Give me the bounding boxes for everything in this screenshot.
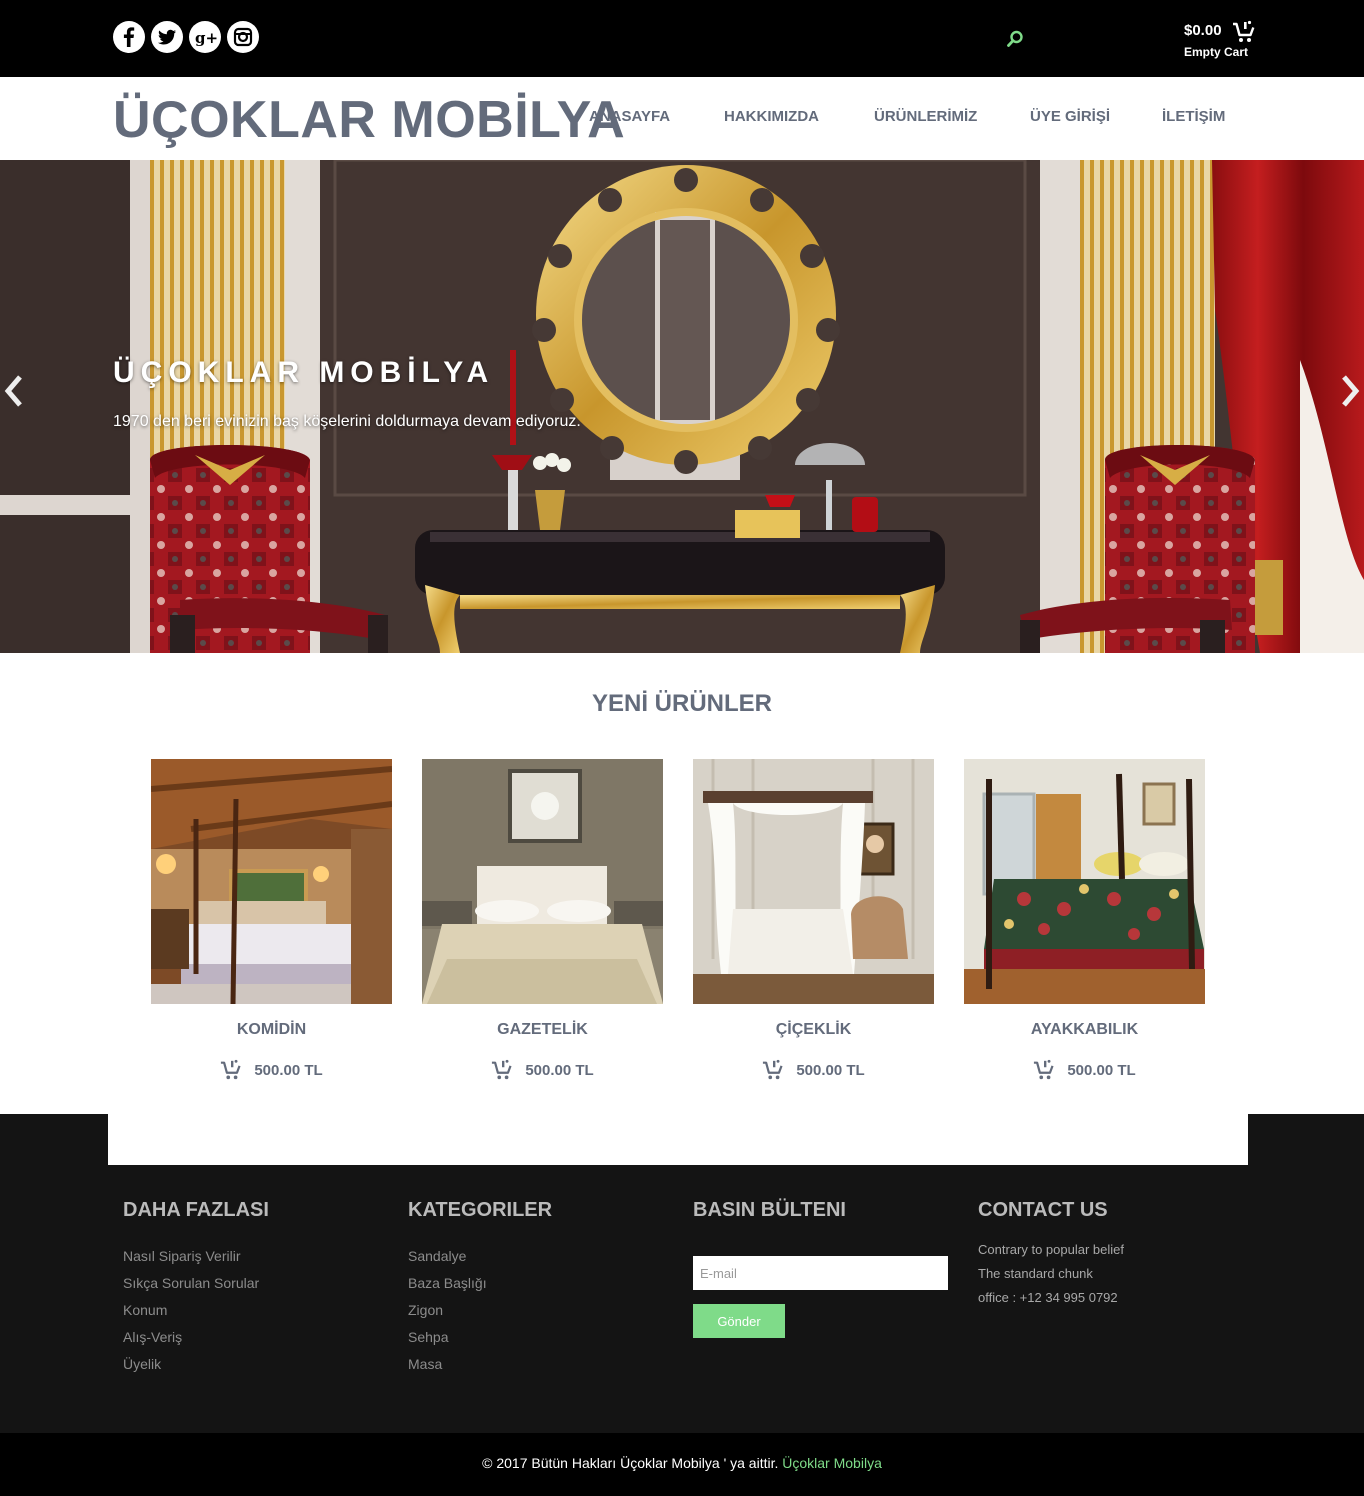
footer-link[interactable]: Konum (123, 1302, 269, 1329)
footer-link[interactable]: Alış-Veriş (123, 1329, 269, 1356)
hero-title: ÜÇOKLAR MOBİLYA (113, 356, 495, 389)
product-card: ÇİÇEKLİK 500.00 TL (693, 759, 934, 1089)
newsletter-email-input[interactable] (693, 1256, 948, 1290)
category-link[interactable]: Sehpa (408, 1329, 552, 1356)
footer-newsletter-column: BASIN BÜLTENI (693, 1199, 846, 1222)
search-icon[interactable] (1003, 27, 1027, 51)
add-to-cart-icon[interactable] (491, 1059, 513, 1081)
product-image[interactable] (151, 759, 392, 1004)
newsletter-submit-button[interactable]: Gönder (693, 1304, 785, 1338)
product-price: 500.00 TL (796, 1061, 865, 1079)
product-price: 500.00 TL (1067, 1061, 1136, 1079)
product-price: 500.00 TL (525, 1061, 594, 1079)
main-nav: ANASAYFA HAKKIMIZDA ÜRÜNLERİMİZ ÜYE GİRİ… (0, 108, 1364, 128)
category-link[interactable]: Masa (408, 1356, 552, 1383)
add-to-cart-icon[interactable] (1033, 1059, 1055, 1081)
cart-status: Empty Cart (1184, 45, 1249, 59)
cart-amount: $0.00 (1184, 22, 1222, 39)
footer-categories-column: KATEGORILER Sandalye Baza Başlığı Zigon … (408, 1199, 552, 1383)
mini-cart[interactable]: $0.00 Empty Cart (1184, 20, 1264, 62)
product-name[interactable]: KOMİDİN (151, 1021, 392, 1039)
cart-icon (1233, 20, 1255, 42)
twitter-icon[interactable] (151, 21, 183, 53)
hero-subtitle: 1970 den beri evinizin baş köşelerini do… (113, 413, 581, 430)
slider-next-arrow-icon[interactable] (1338, 373, 1364, 409)
product-price: 500.00 TL (254, 1061, 323, 1079)
product-name[interactable]: GAZETELİK (422, 1021, 663, 1039)
contact-line: Contrary to popular belief (978, 1242, 1124, 1257)
product-price-row: 500.00 TL (151, 1059, 392, 1081)
hero-image (0, 160, 1364, 653)
footer-contact-title: CONTACT US (978, 1199, 1108, 1221)
contact-phone: office : +12 34 995 0792 (978, 1290, 1118, 1305)
new-products-title: YENİ ÜRÜNLER (591, 690, 772, 717)
contact-line: The standard chunk (978, 1266, 1093, 1281)
footer-link[interactable]: Nasıl Sipariş Verilir (123, 1248, 269, 1275)
footer-more-title: DAHA FAZLASI (123, 1199, 269, 1221)
product-price-row: 500.00 TL (693, 1059, 934, 1081)
product-price-row: 500.00 TL (422, 1059, 663, 1081)
category-link[interactable]: Zigon (408, 1302, 552, 1329)
footer-divider-band (108, 1114, 1248, 1165)
slider-prev-arrow-icon[interactable] (0, 373, 26, 409)
footer-more-column: DAHA FAZLASI Nasıl Sipariş Verilir Sıkça… (123, 1199, 269, 1383)
nav-contact[interactable]: İLETİŞİM (1162, 108, 1225, 125)
nav-login[interactable]: ÜYE GİRİŞİ (1030, 108, 1110, 125)
nav-home[interactable]: ANASAYFA (589, 108, 670, 125)
product-price-row: 500.00 TL (964, 1059, 1205, 1081)
footer-contact-column: CONTACT US (978, 1199, 1108, 1222)
nav-about[interactable]: HAKKIMIZDA (724, 108, 819, 125)
category-link[interactable]: Sandalye (408, 1248, 552, 1275)
category-link[interactable]: Baza Başlığı (408, 1275, 552, 1302)
copyright-text: © 2017 Bütün Hakları Üçoklar Mobilya ' y… (482, 1455, 779, 1471)
product-card: GAZETELİK 500.00 TL (422, 759, 663, 1089)
product-name[interactable]: ÇİÇEKLİK (693, 1021, 934, 1039)
svg-text:g+: g+ (195, 29, 218, 47)
add-to-cart-icon[interactable] (762, 1059, 784, 1081)
footer-newsletter-title: BASIN BÜLTENI (693, 1199, 846, 1221)
copyright-link[interactable]: Üçoklar Mobilya (782, 1455, 882, 1471)
product-image[interactable] (693, 759, 934, 1004)
top-bar: g+ $0.00 Empty Cart (0, 0, 1364, 77)
social-links: g+ (113, 21, 259, 53)
facebook-icon[interactable] (113, 21, 145, 53)
site-footer: DAHA FAZLASI Nasıl Sipariş Verilir Sıkça… (0, 1114, 1364, 1433)
instagram-icon[interactable] (227, 21, 259, 53)
product-image[interactable] (422, 759, 663, 1004)
google-plus-icon[interactable]: g+ (189, 21, 221, 53)
product-name[interactable]: AYAKKABILIK (964, 1021, 1205, 1039)
nav-products[interactable]: ÜRÜNLERİMİZ (874, 108, 977, 125)
footer-link[interactable]: Üyelik (123, 1356, 269, 1383)
footer-categories-title: KATEGORILER (408, 1199, 553, 1221)
add-to-cart-icon[interactable] (220, 1059, 242, 1081)
copyright-bar: © 2017 Bütün Hakları Üçoklar Mobilya ' y… (0, 1433, 1364, 1496)
site-header: ÜÇOKLAR MOBİLYA ANASAYFA HAKKIMIZDA ÜRÜN… (0, 77, 1364, 160)
product-image[interactable] (964, 759, 1205, 1004)
hero-slider: ÜÇOKLAR MOBİLYA 1970 den beri evinizin b… (0, 160, 1364, 653)
footer-link[interactable]: Sıkça Sorulan Sorular (123, 1275, 269, 1302)
product-card: KOMİDİN 500.00 TL (151, 759, 392, 1089)
product-card: AYAKKABILIK 500.00 TL (964, 759, 1205, 1089)
contact-info: Contrary to popular belief The standard … (978, 1242, 1124, 1314)
